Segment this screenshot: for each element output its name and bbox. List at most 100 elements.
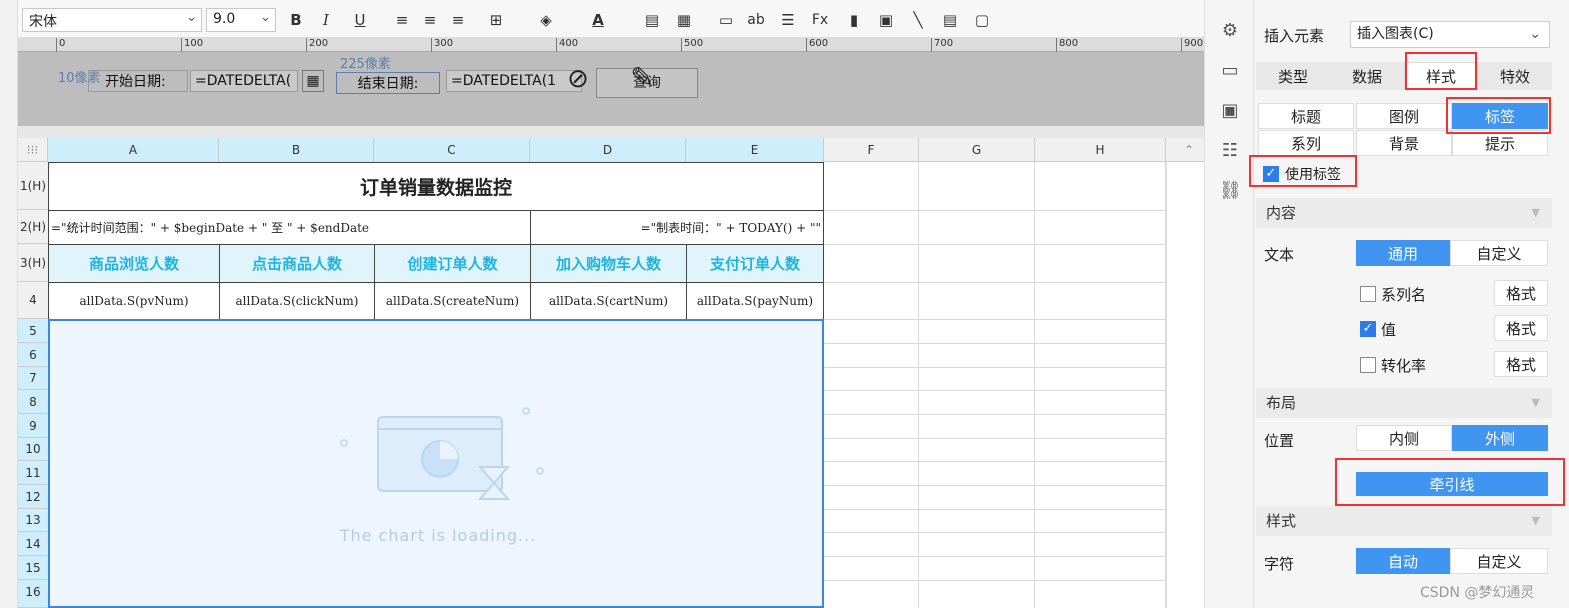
layers-icon[interactable]: ☷ <box>1219 140 1241 162</box>
formula-report-time[interactable]: ="制表时间：" + TODAY() + "" <box>530 210 824 245</box>
format-button[interactable]: 格式 <box>1494 280 1548 306</box>
vertical-scrollbar[interactable] <box>1166 162 1204 608</box>
font-name-select[interactable]: 宋体 ⌄ <box>22 8 202 32</box>
format-button[interactable]: 格式 <box>1494 315 1548 341</box>
font-color-icon[interactable]: A <box>586 8 610 32</box>
row-header[interactable]: 9 <box>18 414 48 438</box>
row-header[interactable]: 6 <box>18 343 48 367</box>
format-button[interactable]: 格式 <box>1494 351 1548 377</box>
italic-icon[interactable]: I <box>314 8 338 32</box>
conversion-rate-checkbox[interactable] <box>1360 357 1376 373</box>
align-center-icon[interactable]: ≡ <box>418 8 442 32</box>
cell-properties-icon[interactable]: ⚙ <box>1219 20 1241 42</box>
position-outside-option[interactable]: 外侧 <box>1452 425 1548 451</box>
slash-icon[interactable]: ╲ <box>906 8 930 32</box>
border-icon[interactable]: ⊞ <box>484 8 508 32</box>
column-header[interactable]: F <box>824 138 919 162</box>
header-cell[interactable]: 加入购物车人数 <box>530 244 687 283</box>
data-cell[interactable]: allData.S(createNum) <box>374 282 531 320</box>
align-right-icon[interactable]: ≡ <box>446 8 470 32</box>
subtab-label[interactable]: 标签 <box>1452 103 1548 129</box>
row-header[interactable]: 8 <box>18 390 48 414</box>
scroll-up-icon[interactable]: ⌃ <box>1176 138 1202 162</box>
header-cell[interactable]: 支付订单人数 <box>686 244 824 283</box>
row-header[interactable]: 4 <box>18 282 48 319</box>
series-name-checkbox[interactable] <box>1360 286 1376 302</box>
character-custom-option[interactable]: 自定义 <box>1450 548 1548 574</box>
row-header[interactable]: 11 <box>18 461 48 485</box>
row-header[interactable]: 12 <box>18 485 48 509</box>
subtab-series[interactable]: 系列 <box>1258 130 1354 156</box>
end-date-label[interactable]: 结束日期: <box>336 72 440 94</box>
underline-icon[interactable]: U <box>348 8 372 32</box>
text-general-option[interactable]: 通用 <box>1356 240 1450 266</box>
header-cell[interactable]: 创建订单人数 <box>374 244 531 283</box>
column-header[interactable]: D <box>530 138 686 162</box>
subtab-background[interactable]: 背景 <box>1356 130 1452 156</box>
tab-data[interactable]: 数据 <box>1330 62 1404 90</box>
header-cell[interactable]: 点击商品人数 <box>219 244 375 283</box>
link-icon[interactable]: ⛓ <box>1219 180 1242 202</box>
layout-section[interactable]: 布局 ▼ <box>1256 388 1552 418</box>
font-size-select[interactable]: 9.0 ⌄ <box>206 8 276 32</box>
row-header[interactable]: 7 <box>18 367 48 390</box>
merge-cells-icon[interactable]: ▤ <box>640 8 664 32</box>
formula-time-range[interactable]: ="统计时间范围：" + $beginDate + " 至 " + $endDa… <box>48 210 531 245</box>
text-icon[interactable]: ab <box>744 8 768 32</box>
subtab-legend[interactable]: 图例 <box>1356 103 1452 129</box>
table-icon[interactable]: ▦ <box>672 8 696 32</box>
data-cell[interactable]: allData.S(clickNum) <box>219 282 375 320</box>
row-header[interactable]: 5 <box>18 319 48 343</box>
row-header[interactable]: 1(H) <box>18 162 48 210</box>
data-cell[interactable]: allData.S(cartNum) <box>530 282 687 320</box>
insert-element-select[interactable]: 插入图表(C) ⌄ <box>1350 21 1550 48</box>
widget-icon[interactable]: ▣ <box>1219 100 1241 122</box>
tab-type[interactable]: 类型 <box>1256 62 1330 90</box>
column-header[interactable]: C <box>374 138 530 162</box>
row-header[interactable]: 13 <box>18 509 48 532</box>
text-custom-option[interactable]: 自定义 <box>1450 240 1548 266</box>
report-title[interactable]: 订单销量数据监控 <box>48 162 824 211</box>
bar-chart-icon[interactable]: ▮ <box>842 8 866 32</box>
tab-style[interactable]: 样式 <box>1404 62 1478 90</box>
character-auto-option[interactable]: 自动 <box>1356 548 1450 574</box>
image-icon[interactable]: ▣ <box>874 8 898 32</box>
subtab-tooltip[interactable]: 提示 <box>1452 130 1548 156</box>
column-header[interactable]: A <box>48 138 219 162</box>
content-section[interactable]: 内容 ▼ <box>1256 198 1552 228</box>
subtab-title[interactable]: 标题 <box>1258 103 1354 129</box>
start-date-input[interactable]: =DATEDELTA( <box>190 70 298 92</box>
row-header[interactable]: 3(H) <box>18 244 48 282</box>
row-header[interactable]: 2(H) <box>18 210 48 244</box>
data-cell[interactable]: allData.S(pvNum) <box>48 282 220 320</box>
row-header[interactable]: 10 <box>18 438 48 461</box>
select-all-icon[interactable]: ⁝⁝⁝ <box>18 138 48 162</box>
row-header[interactable]: 16 <box>18 580 48 608</box>
chart-placeholder[interactable]: The chart is loading... <box>48 319 824 608</box>
formula-icon[interactable]: Fx <box>808 8 832 32</box>
use-label-checkbox[interactable]: ✓ <box>1263 166 1279 182</box>
paragraph-icon[interactable]: ☰ <box>776 8 800 32</box>
position-inside-option[interactable]: 内侧 <box>1356 425 1452 451</box>
text-box-icon[interactable]: ▭ <box>714 8 738 32</box>
style-section[interactable]: 样式 ▼ <box>1256 506 1552 536</box>
header-cell[interactable]: 商品浏览人数 <box>48 244 220 283</box>
data-cell[interactable]: allData.S(payNum) <box>686 282 824 320</box>
column-header[interactable]: G <box>919 138 1035 162</box>
collapse-icon: ▼ <box>1531 396 1540 409</box>
leader-line-button[interactable]: 牵引线 <box>1356 472 1548 496</box>
column-header[interactable]: E <box>686 138 824 162</box>
row-header[interactable]: 15 <box>18 556 48 580</box>
column-header[interactable]: B <box>219 138 374 162</box>
row-header[interactable]: 14 <box>18 532 48 556</box>
value-checkbox[interactable]: ✓ <box>1360 321 1376 337</box>
fill-color-icon[interactable]: ◈ <box>534 8 558 32</box>
tab-effects[interactable]: 特效 <box>1478 62 1552 90</box>
column-header[interactable]: H <box>1035 138 1166 162</box>
border-style-icon[interactable]: ▢ <box>970 8 994 32</box>
frame-icon[interactable]: ▭ <box>1219 60 1241 82</box>
align-left-icon[interactable]: ≡ <box>390 8 414 32</box>
document-icon[interactable]: ▤ <box>938 8 962 32</box>
bold-icon[interactable]: B <box>284 8 308 32</box>
calendar-icon[interactable]: ▦ <box>302 70 324 92</box>
